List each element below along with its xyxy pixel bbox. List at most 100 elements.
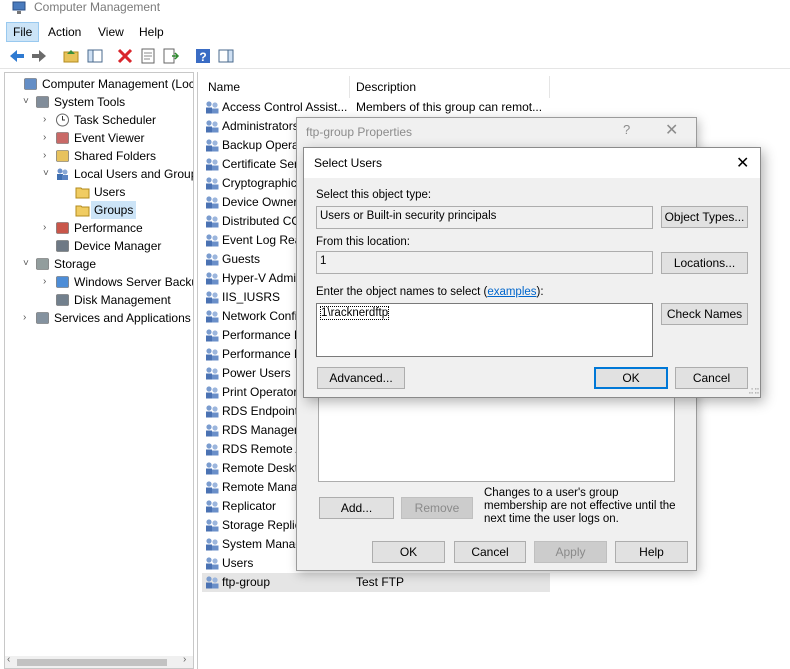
tree-item[interactable]: Computer Management (Local	[5, 75, 193, 93]
tree-item[interactable]: › Event Viewer	[5, 129, 193, 147]
group-icon	[206, 481, 219, 494]
forward-arrow-icon[interactable]	[30, 47, 48, 65]
help-icon[interactable]: ?	[194, 47, 212, 65]
expand-chevron-icon[interactable]: ›	[43, 147, 53, 165]
group-row[interactable]: Access Control Assist... Members of this …	[202, 98, 550, 117]
select-users-title: Select Users	[314, 156, 383, 170]
group-name: Distributed CO	[222, 214, 301, 228]
members-list[interactable]	[318, 394, 675, 482]
tree-item[interactable]: › Windows Server Backup	[5, 273, 193, 291]
expand-chevron-icon[interactable]: ›	[43, 219, 53, 237]
group-description: Test FTP	[356, 575, 405, 589]
expand-chevron-icon[interactable]: ›	[43, 273, 53, 291]
tree-item[interactable]: Device Manager	[5, 237, 193, 255]
tree-item[interactable]: › Task Scheduler	[5, 111, 193, 129]
tree-item[interactable]: ˅ System Tools	[5, 93, 193, 111]
remove-member-button[interactable]: Remove	[401, 497, 473, 519]
menu-file[interactable]: File	[6, 22, 40, 42]
collapse-chevron-icon[interactable]: ˅	[43, 165, 53, 183]
tree-item[interactable]: ˅ Local Users and Groups	[5, 165, 193, 183]
console-tree[interactable]: Computer Management (Local ˅ System Tools ›…	[4, 72, 194, 669]
group-icon	[206, 101, 219, 114]
group-icon	[206, 196, 219, 209]
close-icon[interactable]: ✕	[665, 120, 678, 140]
add-member-button[interactable]: Add...	[319, 497, 394, 519]
storage-icon	[36, 258, 49, 270]
resize-grip-icon[interactable]: ⠠⠤ ⠤⠤	[748, 384, 760, 396]
scrollbar-thumb[interactable]	[17, 659, 167, 666]
group-icon	[206, 462, 219, 475]
tree-item-label: Windows Server Backup	[74, 275, 194, 289]
object-names-input[interactable]: 1\racknerdftp	[316, 303, 653, 357]
horizontal-scrollbar[interactable]: ‹ ›	[5, 654, 193, 668]
computer-management-icon	[24, 78, 37, 90]
cancel-button[interactable]: Cancel	[675, 367, 748, 389]
scroll-left-icon[interactable]: ‹	[7, 654, 10, 665]
group-name: Replicator	[222, 499, 277, 513]
collapse-chevron-icon[interactable]: ˅	[23, 93, 33, 111]
group-icon	[206, 158, 219, 171]
object-type-field: Users or Built-in security principals	[316, 206, 653, 229]
group-name: IIS_IUSRS	[222, 290, 281, 304]
tree-item[interactable]: Disk Management	[5, 291, 193, 309]
tree-item-label: System Tools	[54, 95, 126, 109]
group-name: ftp-group	[222, 575, 271, 589]
select-users-dialog: Select Users ✕ Select this object type: …	[303, 147, 761, 398]
expand-chevron-icon[interactable]: ›	[23, 309, 33, 327]
up-folder-icon[interactable]	[62, 47, 80, 65]
tree-item-label: Device Manager	[74, 239, 162, 253]
group-name: Hyper-V Admi	[222, 271, 297, 285]
disk-icon	[56, 294, 69, 306]
group-icon	[206, 386, 219, 399]
close-icon[interactable]: ✕	[736, 153, 749, 173]
tree-item[interactable]: ˅ Storage	[5, 255, 193, 273]
group-row[interactable]: ftp-group Test FTP	[202, 573, 550, 592]
tree-item[interactable]: Groups	[5, 201, 193, 219]
check-names-button[interactable]: Check Names	[661, 303, 748, 325]
apply-button[interactable]: Apply	[534, 541, 607, 563]
menu-action[interactable]: Action	[42, 22, 87, 42]
tree-item[interactable]: › Performance	[5, 219, 193, 237]
group-icon	[206, 272, 219, 285]
tree-item[interactable]: › Services and Applications	[5, 309, 193, 327]
object-names-label-prefix: Enter the object names to select (	[316, 286, 488, 298]
group-name: Backup Operat	[222, 138, 303, 152]
group-name: Cryptographic	[222, 176, 297, 190]
group-name: Device Owners	[222, 195, 304, 209]
menu-view[interactable]: View	[92, 22, 130, 42]
group-icon	[206, 329, 219, 342]
window-title: Computer Management	[34, 0, 161, 14]
tree-item[interactable]: Users	[5, 183, 193, 201]
tree-item-label: Task Scheduler	[74, 113, 157, 127]
show-hide-tree-icon[interactable]	[86, 47, 104, 65]
menu-bar: File Action View Help	[0, 20, 790, 42]
location-label: From this location:	[316, 236, 410, 248]
help-button[interactable]: Help	[615, 541, 688, 563]
help-icon[interactable]: ?	[623, 122, 630, 137]
properties-icon[interactable]	[139, 47, 157, 65]
ok-button[interactable]: OK	[594, 367, 668, 389]
scroll-right-icon[interactable]: ›	[183, 654, 186, 665]
tree-item-label: Groups	[91, 201, 137, 219]
column-header-name[interactable]: Name	[202, 76, 350, 98]
delete-icon[interactable]	[116, 47, 134, 65]
object-types-button[interactable]: Object Types...	[661, 206, 748, 228]
locations-button[interactable]: Locations...	[661, 252, 748, 274]
expand-chevron-icon[interactable]: ›	[43, 111, 53, 129]
collapse-chevron-icon[interactable]: ˅	[23, 255, 33, 273]
show-action-pane-icon[interactable]	[217, 47, 235, 65]
group-name: System Manag	[222, 537, 303, 551]
expand-chevron-icon[interactable]: ›	[43, 129, 53, 147]
back-arrow-icon[interactable]	[8, 47, 26, 65]
column-header-description[interactable]: Description	[350, 76, 550, 98]
examples-link[interactable]: examples	[487, 286, 536, 298]
menu-help[interactable]: Help	[133, 22, 170, 42]
advanced-button[interactable]: Advanced...	[317, 367, 405, 389]
ok-button[interactable]: OK	[372, 541, 445, 563]
export-list-icon[interactable]	[162, 47, 180, 65]
cancel-button[interactable]: Cancel	[454, 541, 526, 563]
group-description: Members of this group can remot...	[356, 100, 543, 114]
tree-item[interactable]: › Shared Folders	[5, 147, 193, 165]
group-icon	[206, 405, 219, 418]
group-name: Users	[222, 556, 254, 570]
